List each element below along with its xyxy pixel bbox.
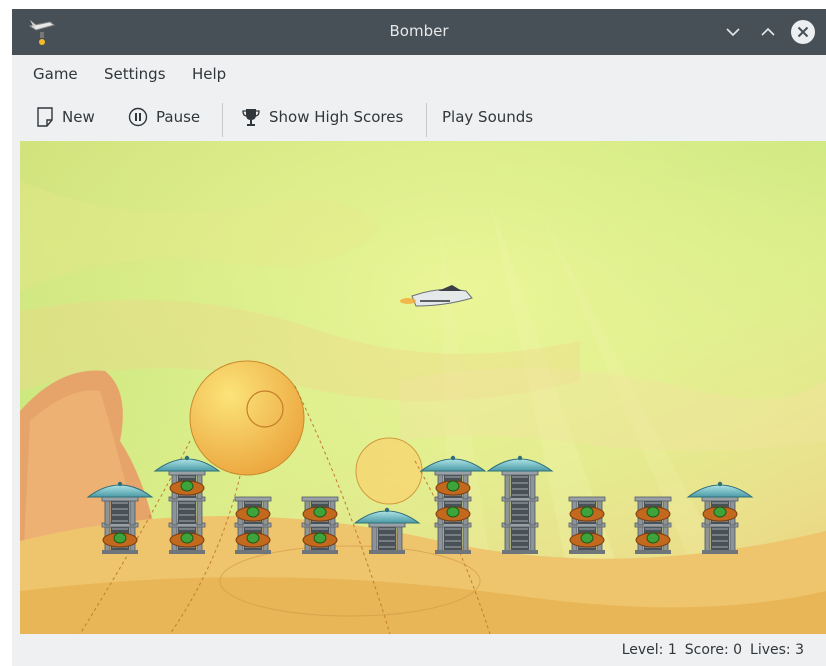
building-pillar-floor [434, 522, 472, 552]
building [301, 496, 339, 554]
building-pillar-floor [101, 496, 139, 526]
document-new-icon [37, 107, 53, 127]
trophy-icon [242, 109, 260, 126]
menu-settings[interactable]: Settings [104, 65, 166, 83]
app-window: Bomber Game Settings Help New Pause Show… [12, 9, 826, 666]
building [568, 496, 606, 554]
lives-label: Lives: 3 [750, 642, 804, 658]
building-pillar-floor [501, 522, 539, 552]
toolbar-separator [426, 103, 427, 137]
high-scores-label: Show High Scores [269, 108, 404, 126]
title-bar[interactable]: Bomber [12, 9, 826, 55]
building-pod-floor [634, 522, 672, 552]
close-circle-icon [791, 20, 815, 44]
pause-circle-icon [128, 107, 148, 127]
building-pod-floor [301, 496, 339, 526]
new-button[interactable]: New [36, 103, 95, 131]
menu-game[interactable]: Game [33, 65, 78, 83]
building-pod-floor [701, 496, 739, 526]
building-pod-floor [234, 522, 272, 552]
game-canvas[interactable] [20, 141, 826, 634]
building-pillar-floor [701, 522, 739, 552]
minimize-button[interactable] [718, 17, 748, 47]
close-button[interactable] [788, 17, 818, 47]
toolbar-separator [222, 103, 223, 137]
building-pod-floor [434, 496, 472, 526]
menu-help[interactable]: Help [192, 65, 226, 83]
new-label: New [62, 108, 95, 126]
building-pod-floor [168, 470, 206, 500]
building-pod-floor [168, 522, 206, 552]
show-high-scores-button[interactable]: Show High Scores [241, 103, 403, 131]
maximize-button[interactable] [753, 17, 783, 47]
building [634, 496, 672, 554]
building-pod-floor [634, 496, 672, 526]
toolbar: New Pause Show High Scores Play Sounds [12, 93, 826, 141]
chevron-down-icon [726, 28, 740, 37]
building-pod-floor [568, 496, 606, 526]
building-pod-floor [101, 522, 139, 552]
status-bar: Level: 1 Score: 0 Lives: 3 [12, 634, 826, 666]
building-pod-floor [234, 496, 272, 526]
level-label: Level: 1 [621, 642, 677, 658]
building-pod-floor [301, 522, 339, 552]
chevron-up-icon [761, 27, 775, 36]
pause-button[interactable]: Pause [128, 103, 200, 131]
building-pillar-floor [501, 496, 539, 526]
menu-bar: Game Settings Help [12, 55, 826, 93]
building [234, 496, 272, 554]
building-pod-floor [434, 470, 472, 500]
status-text: Level: 1 Score: 0 Lives: 3 [622, 642, 804, 658]
building-pillar-floor [368, 522, 406, 552]
building-pillar-floor [501, 470, 539, 500]
pause-label: Pause [156, 108, 201, 126]
play-sounds-toggle[interactable]: Play Sounds [442, 103, 533, 131]
building-pillar-floor [168, 496, 206, 526]
game-scene [20, 141, 826, 634]
score-label: Score: 0 [684, 642, 743, 658]
window-title: Bomber [389, 22, 449, 40]
play-sounds-label: Play Sounds [442, 108, 534, 126]
building-pod-floor [568, 522, 606, 552]
